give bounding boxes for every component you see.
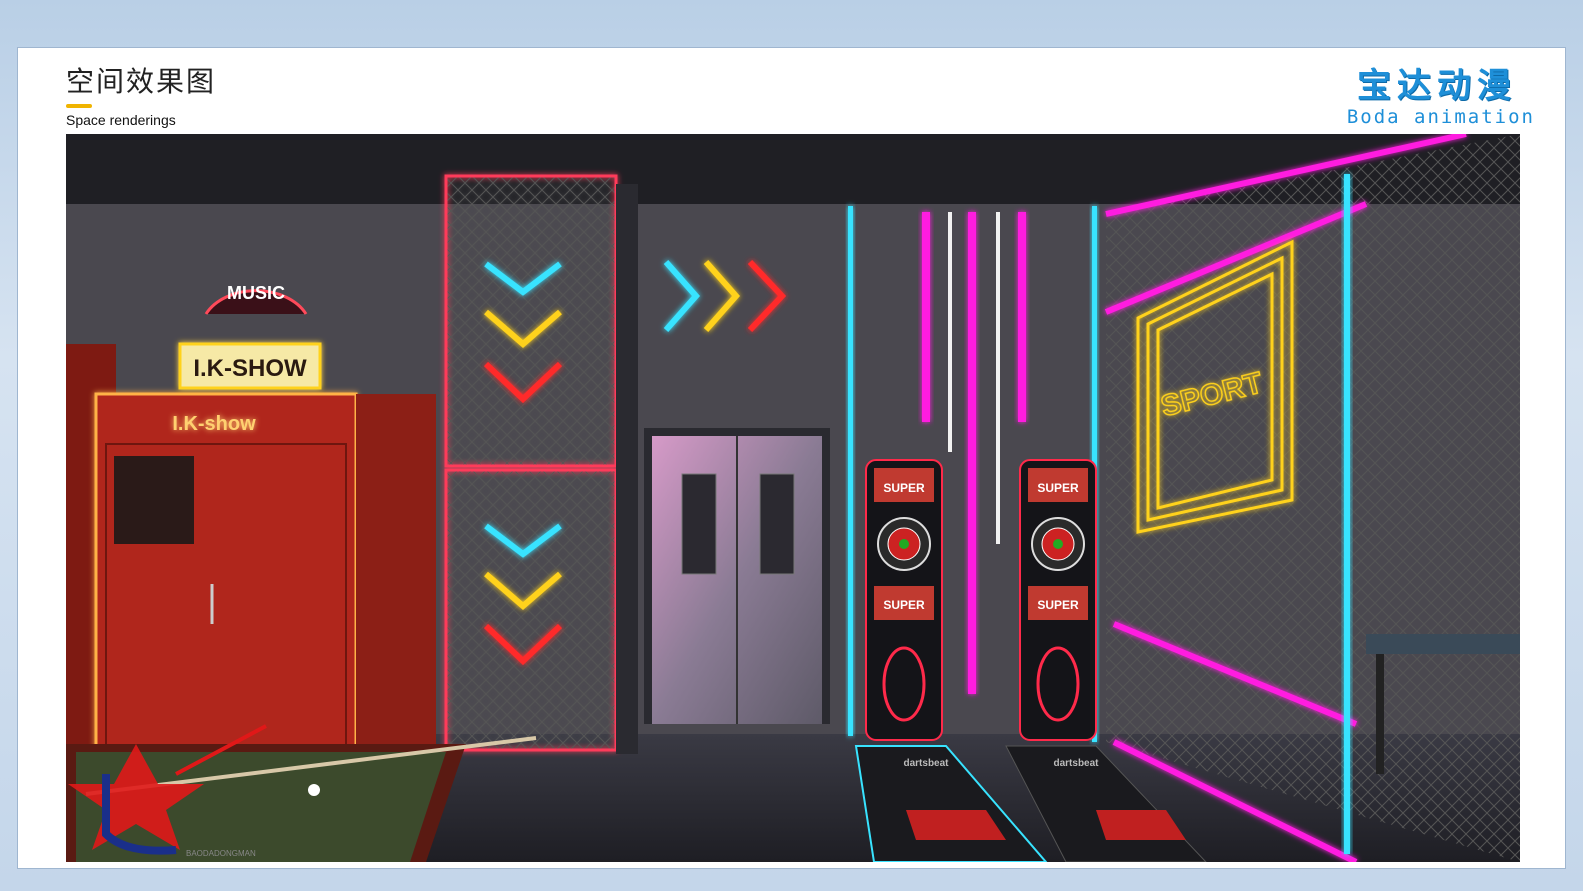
neon-bar-cyan-left xyxy=(848,206,853,736)
dart-mat-right-brand: dartsbeat xyxy=(1053,758,1099,769)
brand-logo-cn: 宝达动漫 xyxy=(1357,66,1517,106)
neon-bar-white-2 xyxy=(996,212,1000,544)
door-window-right xyxy=(759,473,795,575)
dart-machine-left: SUPER SUPER xyxy=(865,459,943,741)
mesh-panel-lower xyxy=(444,468,618,752)
page-subtitle: Space renderings xyxy=(66,112,176,128)
booth-sign-text: I.K-show xyxy=(172,413,256,435)
ikshow-top-sign-text: I.K-SHOW xyxy=(193,355,307,382)
column-side xyxy=(616,184,638,754)
slide: 空间效果图 Space renderings 宝达动漫 Boda animati… xyxy=(18,48,1565,868)
rendering-illustration: I.K-show MUSIC I.K-SHOW SUPER SUPER SUPE… xyxy=(66,134,1520,862)
rendering-image: I.K-show MUSIC I.K-SHOW SUPER SUPER SUPE… xyxy=(66,134,1520,862)
door-window-left xyxy=(681,473,717,575)
dart-machine-right-label-mid: SUPER xyxy=(1037,598,1079,612)
dart-machine-left-label-mid: SUPER xyxy=(883,598,925,612)
neon-bar-white-1 xyxy=(948,212,952,452)
neon-bar-magenta-1 xyxy=(922,212,930,422)
page-title: 空间效果图 xyxy=(66,65,217,98)
dart-machine-right-label: SUPER xyxy=(1037,481,1079,495)
neon-bar-magenta-3 xyxy=(1018,212,1026,422)
ikshow-booth xyxy=(94,392,358,766)
mesh-panel-upper xyxy=(444,174,618,468)
side-table-leg xyxy=(1376,654,1384,774)
dart-mat-left-brand: dartsbeat xyxy=(903,758,949,769)
neon-bar-cyan-far xyxy=(1344,174,1350,854)
dart-machine-right: SUPER SUPER xyxy=(1019,459,1097,741)
neon-bar-magenta-2 xyxy=(968,212,976,694)
side-table xyxy=(1366,634,1520,654)
watermark-text: BAODADONGMAN xyxy=(186,849,256,858)
brand-logo-en: Boda animation xyxy=(1346,106,1535,128)
music-sign-text: MUSIC xyxy=(227,283,285,303)
dart-machine-left-label: SUPER xyxy=(883,481,925,495)
title-accent-bar xyxy=(66,104,92,108)
pool-ball xyxy=(308,784,320,796)
mesh-side-wall xyxy=(1106,134,1520,862)
booth-right-side xyxy=(356,394,436,764)
booth-window xyxy=(114,456,194,544)
